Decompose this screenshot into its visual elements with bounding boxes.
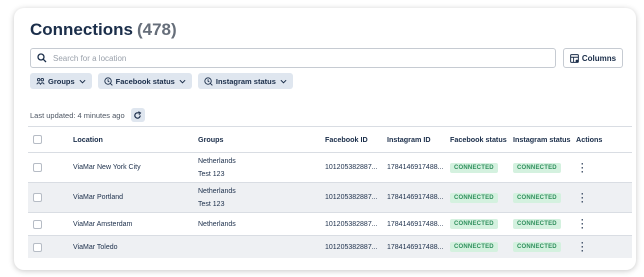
- status-clock-icon: [204, 76, 213, 86]
- table-row[interactable]: ViaMar Amsterdam Netherlands 10120538288…: [28, 212, 632, 235]
- people-icon: [36, 77, 45, 85]
- header-facebook-id[interactable]: Facebook ID: [325, 135, 368, 144]
- facebook-status-badge: CONNECTED: [450, 219, 498, 229]
- header-facebook-status[interactable]: Facebook status: [450, 135, 507, 144]
- filter-facebook-status-label: Facebook status: [115, 76, 175, 86]
- instagram-id: 1784146917488...: [387, 220, 444, 228]
- group-name: Test 123: [198, 170, 225, 178]
- table-header: Location Groups Facebook ID Instagram ID…: [28, 126, 632, 152]
- search-input[interactable]: [53, 53, 533, 63]
- more-actions-icon[interactable]: · · ·: [581, 189, 584, 206]
- filter-facebook-status[interactable]: Facebook status: [97, 73, 192, 89]
- header-groups[interactable]: Groups: [198, 133, 224, 146]
- facebook-id: 101205382887...: [325, 243, 378, 251]
- row-checkbox[interactable]: [33, 242, 42, 252]
- instagram-id: 1784146917488...: [387, 164, 444, 171]
- refresh-button[interactable]: [130, 108, 145, 122]
- row-checkbox[interactable]: [33, 193, 42, 202]
- table-row[interactable]: ViaMar Toledo 101205382887... 1784146917…: [28, 235, 632, 258]
- instagram-id: 1784146917488...: [387, 194, 444, 201]
- instagram-status-badge: CONNECTED: [513, 162, 561, 173]
- filter-instagram-status-label: Instagram status: [215, 76, 276, 86]
- table-row[interactable]: ViaMar New York City Netherlands Test 12…: [28, 152, 632, 182]
- more-actions-icon[interactable]: · · ·: [581, 239, 584, 256]
- filter-groups[interactable]: Groups: [30, 73, 92, 89]
- page-title: Connections: [30, 20, 133, 39]
- location-name: ViaMar Toledo: [73, 243, 118, 251]
- chevron-down-icon: [79, 79, 86, 84]
- instagram-status-badge: CONNECTED: [513, 242, 561, 252]
- columns-button[interactable]: Columns: [563, 48, 623, 68]
- facebook-status-badge: CONNECTED: [450, 162, 498, 173]
- row-checkbox[interactable]: [33, 163, 42, 172]
- instagram-status-badge: CONNECTED: [513, 219, 561, 229]
- filter-groups-label: Groups: [48, 76, 75, 86]
- group-list: Netherlands Test 123: [198, 185, 236, 211]
- row-checkbox[interactable]: [33, 219, 42, 229]
- instagram-status-badge: CONNECTED: [513, 192, 561, 203]
- facebook-id: 101205382887...: [325, 164, 378, 171]
- facebook-status-badge: CONNECTED: [450, 192, 498, 203]
- connections-panel: Connections (478) Columns Groups Faceboo…: [14, 8, 636, 270]
- connections-table: Location Groups Facebook ID Instagram ID…: [28, 126, 632, 258]
- status-clock-icon: [104, 76, 113, 86]
- refresh-icon: [134, 110, 142, 119]
- chevron-down-icon: [280, 79, 287, 84]
- select-all-checkbox[interactable]: [33, 135, 42, 144]
- columns-icon: [570, 53, 579, 63]
- last-updated-text: Last updated: 4 minutes ago: [30, 110, 125, 120]
- chevron-down-icon: [179, 79, 186, 84]
- location-name: ViaMar New York City: [73, 164, 141, 171]
- more-actions-icon[interactable]: · · ·: [581, 159, 584, 176]
- columns-label: Columns: [581, 53, 617, 63]
- connection-count: (478): [136, 20, 177, 39]
- filter-instagram-status[interactable]: Instagram status: [197, 73, 293, 89]
- group-list: Netherlands Test 123: [198, 155, 236, 181]
- page-title-row: Connections (478): [30, 20, 177, 40]
- location-name: ViaMar Amsterdam: [73, 220, 133, 228]
- header-actions: Actions: [576, 135, 603, 144]
- group-name: Netherlands: [198, 187, 236, 195]
- facebook-id: 101205382887...: [325, 220, 378, 228]
- instagram-id: 1784146917488...: [387, 243, 444, 251]
- last-updated: Last updated: 4 minutes ago: [30, 108, 145, 122]
- group-name: Netherlands: [198, 157, 236, 165]
- group-name: Netherlands: [198, 220, 236, 228]
- more-actions-icon[interactable]: · · ·: [581, 216, 584, 233]
- facebook-status-badge: CONNECTED: [450, 242, 498, 252]
- facebook-id: 101205382887...: [325, 194, 378, 201]
- header-location[interactable]: Location: [73, 135, 103, 144]
- search-field[interactable]: [30, 48, 556, 68]
- location-name: ViaMar Portland: [73, 194, 124, 201]
- filter-bar: Groups Facebook status Instagram status: [30, 73, 293, 89]
- header-instagram-status[interactable]: Instagram status: [513, 135, 571, 144]
- table-row[interactable]: ViaMar Portland Netherlands Test 123 101…: [28, 182, 632, 212]
- header-instagram-id[interactable]: Instagram ID: [387, 135, 431, 144]
- group-name: Test 123: [198, 200, 225, 208]
- search-icon: [37, 53, 47, 63]
